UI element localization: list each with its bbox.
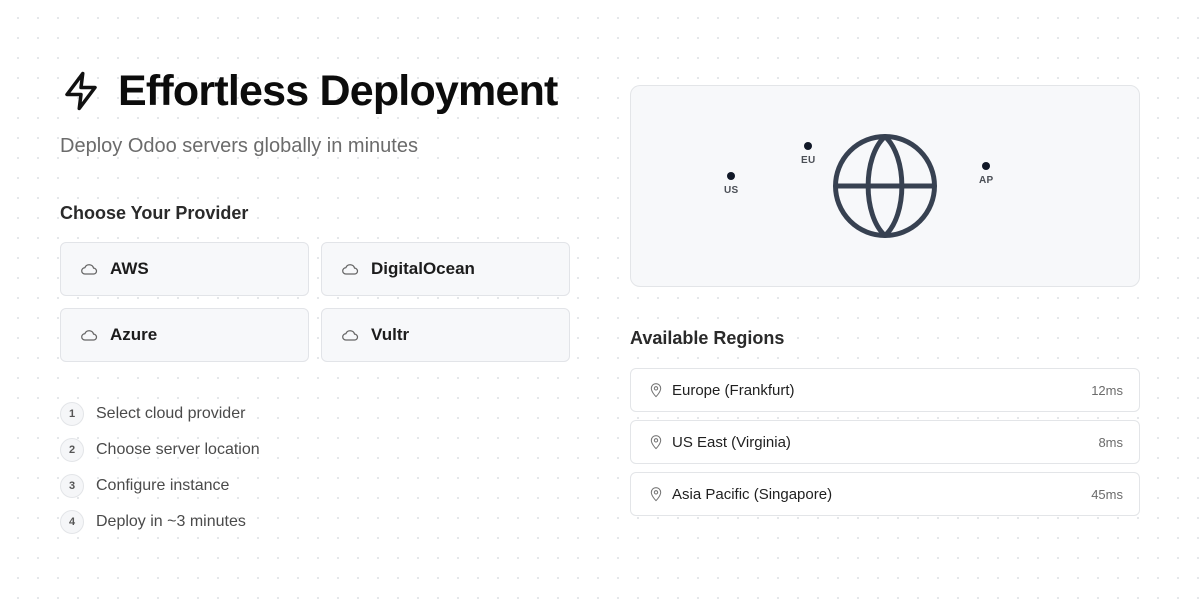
region-name: US East (Virginia) bbox=[672, 433, 791, 451]
step-text: Select cloud provider bbox=[96, 405, 246, 422]
step-item: 1 Select cloud provider bbox=[60, 402, 570, 426]
step-item: 3 Configure instance bbox=[60, 474, 570, 498]
map-pin-icon bbox=[650, 487, 662, 502]
regions-list: Europe (Frankfurt) 12ms US East (Virgini… bbox=[630, 368, 1140, 524]
provider-label: AWS bbox=[110, 259, 149, 278]
hero-header: Effortless Deployment bbox=[60, 68, 570, 114]
map-pin-icon bbox=[650, 435, 662, 450]
provider-digitalocean-button[interactable]: DigitalOcean bbox=[321, 242, 570, 296]
cloud-icon bbox=[81, 330, 98, 341]
page-title: Effortless Deployment bbox=[118, 67, 558, 115]
marker-label: US bbox=[724, 185, 739, 196]
marker-dot bbox=[804, 142, 813, 150]
marker-label: EU bbox=[801, 155, 816, 166]
marker-label: AP bbox=[979, 175, 994, 186]
region-latency: 12ms bbox=[1091, 382, 1123, 398]
page-subtitle: Deploy Odoo servers globally in minutes bbox=[60, 135, 418, 157]
region-marker-us: US bbox=[724, 172, 739, 196]
provider-azure-button[interactable]: Azure bbox=[60, 308, 309, 362]
region-marker-ap: AP bbox=[979, 162, 994, 186]
cloud-icon bbox=[342, 330, 359, 341]
step-text: Choose server location bbox=[96, 441, 260, 458]
region-item-europe-frankfurt[interactable]: Europe (Frankfurt) 12ms bbox=[630, 368, 1140, 412]
providers-heading: Choose Your Provider bbox=[60, 203, 249, 223]
cloud-icon bbox=[342, 264, 359, 275]
region-name: Europe (Frankfurt) bbox=[672, 381, 795, 399]
provider-aws-button[interactable]: AWS bbox=[60, 242, 309, 296]
step-number: 1 bbox=[60, 402, 84, 426]
step-text: Configure instance bbox=[96, 477, 230, 494]
steps-list: 1 Select cloud provider 2 Choose server … bbox=[60, 402, 570, 534]
step-item: 4 Deploy in ~3 minutes bbox=[60, 510, 570, 534]
bolt-icon bbox=[65, 71, 97, 111]
provider-label: DigitalOcean bbox=[371, 259, 475, 278]
provider-label: Vultr bbox=[371, 325, 410, 344]
deployment-page: Effortless Deployment Deploy Odoo server… bbox=[0, 0, 1200, 600]
regions-heading: Available Regions bbox=[630, 328, 785, 348]
region-item-asia-pacific-singapore[interactable]: Asia Pacific (Singapore) 45ms bbox=[630, 472, 1140, 516]
cloud-icon bbox=[81, 264, 98, 275]
globe-icon bbox=[833, 134, 937, 238]
step-item: 2 Choose server location bbox=[60, 438, 570, 462]
region-latency: 8ms bbox=[1098, 434, 1123, 450]
provider-vultr-button[interactable]: Vultr bbox=[321, 308, 570, 362]
left-column: Effortless Deployment Deploy Odoo server… bbox=[60, 68, 570, 546]
region-map-card: US EU AP bbox=[630, 85, 1140, 287]
step-number: 4 bbox=[60, 510, 84, 534]
region-marker-eu: EU bbox=[801, 142, 816, 166]
map-pin-icon bbox=[650, 383, 662, 398]
step-text: Deploy in ~3 minutes bbox=[96, 513, 246, 530]
provider-grid: AWS DigitalOcean Azure Vultr bbox=[60, 242, 570, 362]
region-name: Asia Pacific (Singapore) bbox=[672, 485, 833, 503]
marker-dot bbox=[982, 162, 991, 170]
step-number: 2 bbox=[60, 438, 84, 462]
step-number: 3 bbox=[60, 474, 84, 498]
region-item-us-east-virginia[interactable]: US East (Virginia) 8ms bbox=[630, 420, 1140, 464]
region-latency: 45ms bbox=[1091, 486, 1123, 502]
provider-label: Azure bbox=[110, 325, 158, 344]
marker-dot bbox=[727, 172, 736, 180]
